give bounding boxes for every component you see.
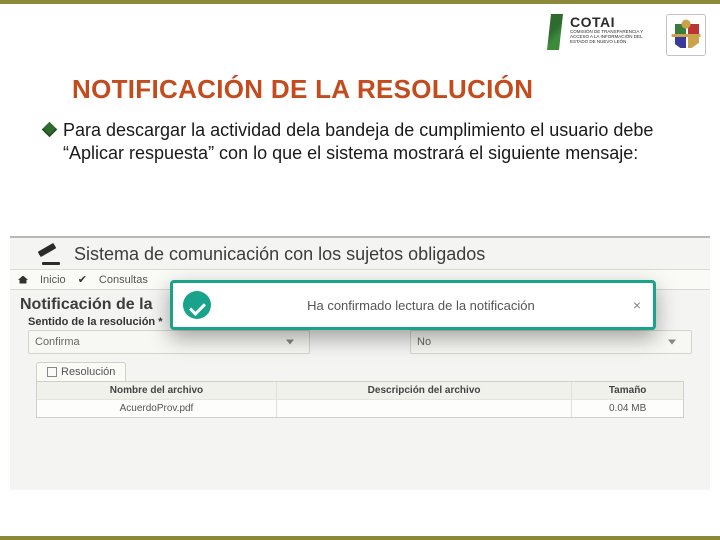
- header-logos: COTAI COMISIÓN DE TRANSPARENCIA Y ACCESO…: [547, 14, 706, 56]
- bottom-border: [0, 536, 720, 540]
- home-icon[interactable]: [18, 276, 28, 284]
- table-header: Nombre del archivo Descripción del archi…: [37, 382, 683, 399]
- embedded-screenshot: Sistema de comunicación con los sujetos …: [10, 236, 710, 490]
- cotai-mark-icon: [547, 14, 567, 50]
- gavel-icon: [38, 245, 64, 265]
- bullet-diamond-icon: [42, 122, 58, 138]
- sentido-select[interactable]: Confirma: [28, 330, 310, 354]
- col-tamano: Tamaño: [572, 382, 683, 399]
- cell-nombre: AcuerdoProv.pdf: [37, 400, 277, 417]
- table-row[interactable]: AcuerdoProv.pdf 0.04 MB: [37, 399, 683, 417]
- instr-select[interactable]: No: [410, 330, 692, 354]
- bullet-text: Para descargar la actividad dela bandeja…: [63, 119, 688, 164]
- system-title-bar: Sistema de comunicación con los sujetos …: [10, 238, 710, 269]
- col-desc: Descripción del archivo: [277, 382, 572, 399]
- col-nombre: Nombre del archivo: [37, 382, 277, 399]
- toast-close-button[interactable]: ×: [631, 297, 643, 313]
- crumb-consultas[interactable]: Consultas: [99, 274, 148, 286]
- cotai-subtitle: COMISIÓN DE TRANSPARENCIA Y ACCESO A LA …: [570, 30, 660, 45]
- success-check-icon: [183, 291, 211, 319]
- confirmation-toast: Ha confirmado lectura de la notificación…: [170, 280, 656, 330]
- slide-bullet: Para descargar la actividad dela bandeja…: [44, 119, 688, 164]
- file-table: Nombre del archivo Descripción del archi…: [36, 381, 684, 418]
- check-icon: ✔: [78, 273, 87, 286]
- toast-message: Ha confirmado lectura de la notificación: [225, 298, 617, 313]
- slide-title: NOTIFICACIÓN DE LA RESOLUCIÓN: [72, 74, 720, 105]
- cell-tamano: 0.04 MB: [572, 400, 683, 417]
- sentido-value: Confirma: [35, 336, 80, 348]
- system-title: Sistema de comunicación con los sujetos …: [74, 244, 485, 265]
- state-shield-icon: [666, 14, 706, 56]
- cotai-logo: COTAI COMISIÓN DE TRANSPARENCIA Y ACCESO…: [547, 14, 660, 50]
- instr-value: No: [417, 336, 431, 348]
- tab-resolucion[interactable]: Resolución: [36, 362, 126, 381]
- top-border: [0, 0, 720, 4]
- tab-strip: Resolución: [36, 362, 684, 381]
- crumb-home[interactable]: Inicio: [40, 274, 66, 286]
- cotai-name: COTAI: [570, 14, 660, 30]
- tab-square-icon: [47, 367, 57, 377]
- tab-label: Resolución: [61, 366, 115, 378]
- cell-desc: [277, 400, 572, 417]
